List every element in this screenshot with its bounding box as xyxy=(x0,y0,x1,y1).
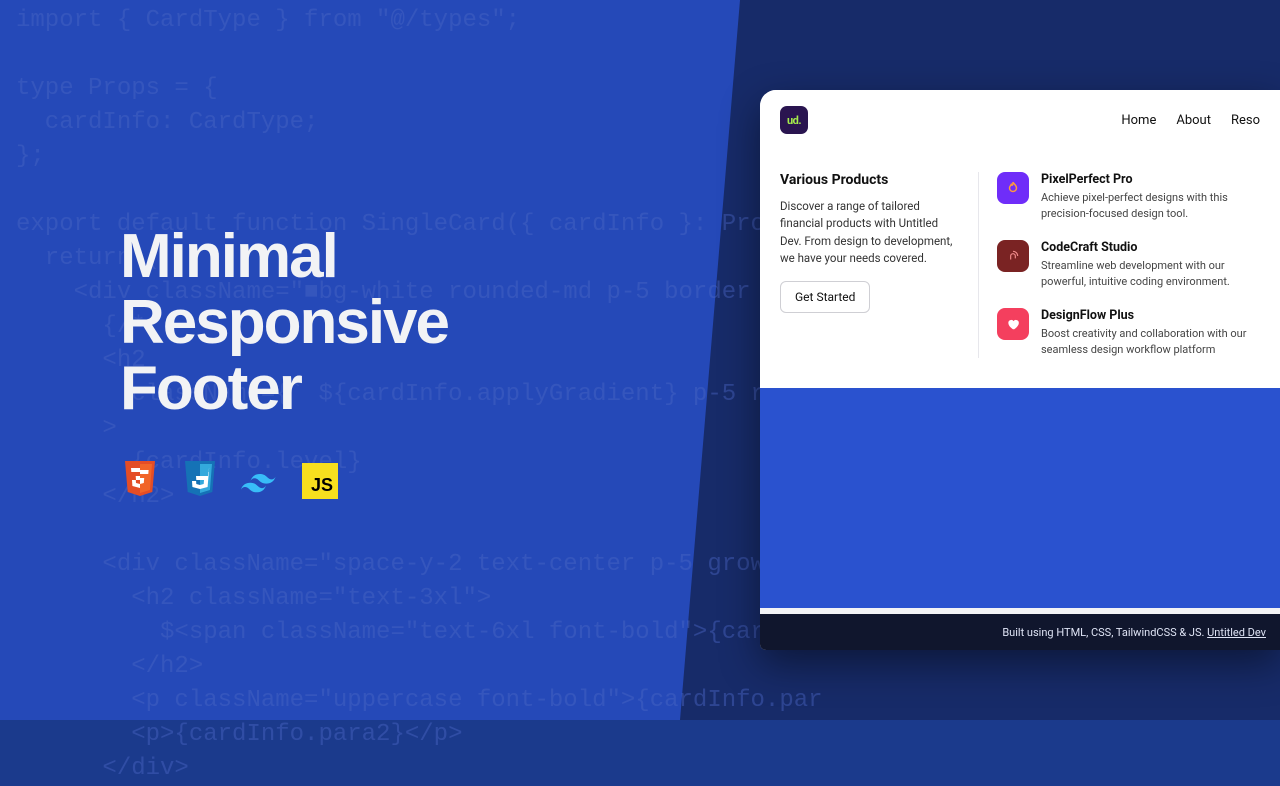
mock-body: Various Products Discover a range of tai… xyxy=(760,150,1280,388)
intro-column: Various Products Discover a range of tai… xyxy=(780,172,960,358)
headline-line-2: Responsive xyxy=(120,290,448,356)
product-text: Achieve pixel-perfect designs with this … xyxy=(1041,190,1260,222)
product-title: CodeCraft Studio xyxy=(1041,240,1260,255)
mock-header: ud. Home About Reso xyxy=(760,90,1280,150)
headline-line-1: Minimal xyxy=(120,224,448,290)
svg-text:JS: JS xyxy=(311,475,333,495)
nav-about[interactable]: About xyxy=(1176,113,1211,128)
product-title: DesignFlow Plus xyxy=(1041,308,1260,323)
product-pixelperfect[interactable]: PixelPerfect Pro Achieve pixel-perfect d… xyxy=(997,172,1260,222)
nav-home[interactable]: Home xyxy=(1121,113,1156,128)
heart-icon xyxy=(997,308,1029,340)
product-title: PixelPerfect Pro xyxy=(1041,172,1260,187)
tailwind-icon xyxy=(240,460,280,502)
browser-mockup: ud. Home About Reso Various Products Dis… xyxy=(760,90,1280,650)
mock-footer: Built using HTML, CSS, TailwindCSS & JS.… xyxy=(760,614,1280,650)
intro-text: Discover a range of tailored financial p… xyxy=(780,198,960,267)
mock-hero-fill xyxy=(760,388,1280,608)
footer-text: Built using HTML, CSS, TailwindCSS & JS.… xyxy=(1002,626,1266,639)
primary-nav: Home About Reso xyxy=(1121,113,1260,128)
intro-title: Various Products xyxy=(780,172,960,188)
get-started-button[interactable]: Get Started xyxy=(780,281,870,313)
product-text: Streamline web development with our powe… xyxy=(1041,258,1260,290)
js-icon: JS xyxy=(300,460,340,502)
logo[interactable]: ud. xyxy=(780,106,808,134)
css3-icon xyxy=(180,460,220,502)
tech-icons-row: JS xyxy=(120,460,340,502)
products-column: PixelPerfect Pro Achieve pixel-perfect d… xyxy=(997,172,1260,358)
product-codecraft[interactable]: CodeCraft Studio Streamline web developm… xyxy=(997,240,1260,290)
fingerprint-icon xyxy=(997,240,1029,272)
footer-link[interactable]: Untitled Dev xyxy=(1207,626,1266,639)
nav-resources[interactable]: Reso xyxy=(1231,113,1260,128)
product-text: Boost creativity and collaboration with … xyxy=(1041,326,1260,358)
divider xyxy=(978,172,979,358)
headline-line-3: Footer xyxy=(120,356,448,422)
headline: Minimal Responsive Footer xyxy=(120,224,448,422)
product-designflow[interactable]: DesignFlow Plus Boost creativity and col… xyxy=(997,308,1260,358)
flame-icon xyxy=(997,172,1029,204)
html5-icon xyxy=(120,460,160,502)
